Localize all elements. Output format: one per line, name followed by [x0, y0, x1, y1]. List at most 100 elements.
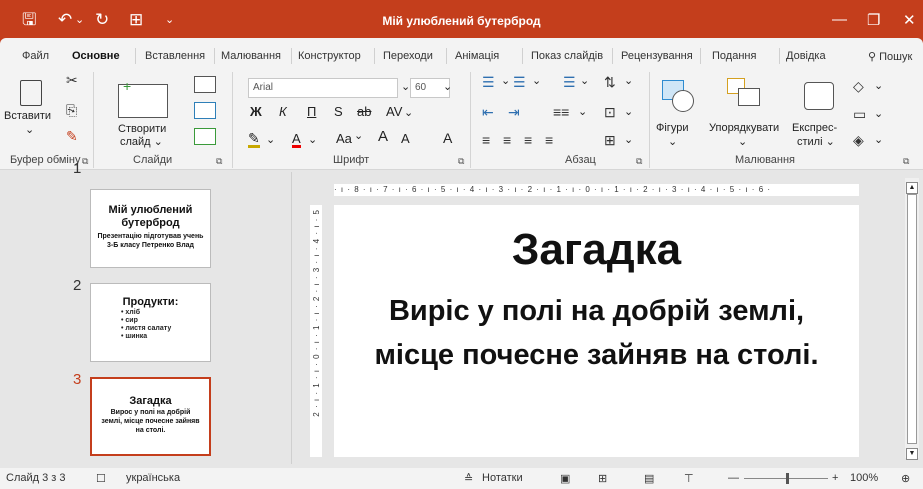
slide-title[interactable]: Загадка: [334, 225, 859, 275]
zoom-level[interactable]: 100%: [850, 472, 878, 484]
tab-design[interactable]: Конструктор: [298, 50, 361, 62]
drawing-launcher-icon[interactable]: ⧉: [903, 156, 909, 167]
language-label[interactable]: українська: [126, 472, 180, 484]
new-slide-dropdown[interactable]: слайд ⌄: [120, 136, 163, 149]
shrink-font-button[interactable]: A: [401, 132, 410, 145]
quick-styles-dropdown[interactable]: стилі ⌄: [797, 136, 835, 149]
scroll-down-icon[interactable]: ▼: [906, 448, 918, 460]
reset-icon[interactable]: [194, 102, 216, 119]
cut-icon[interactable]: ✂: [66, 72, 78, 88]
arrange-button[interactable]: Упорядкувати: [709, 122, 779, 135]
italic-button[interactable]: К: [279, 105, 287, 118]
tab-review[interactable]: Рецензування: [621, 50, 693, 62]
tab-slideshow[interactable]: Показ слайдів: [531, 50, 603, 62]
underline-button[interactable]: П: [307, 105, 316, 118]
strikethrough-button[interactable]: ab: [357, 105, 371, 118]
slide-body[interactable]: Виріс у полі на добрій землі, місце поче…: [354, 289, 839, 377]
change-case-button[interactable]: Aa: [336, 132, 352, 145]
align-left-icon[interactable]: ≡: [482, 132, 490, 148]
tab-animations[interactable]: Анімація: [455, 50, 499, 62]
bold-button[interactable]: Ж: [250, 105, 262, 118]
slide-thumbnail-1[interactable]: Мій улюблений бутерброд Презентацію підг…: [90, 189, 211, 268]
font-color-dropdown-icon[interactable]: ⌄: [308, 134, 317, 147]
tab-draw[interactable]: Малювання: [221, 50, 281, 62]
spelling-icon[interactable]: ☐: [96, 472, 106, 485]
numbering-icon[interactable]: ☰: [513, 74, 526, 90]
smartart-dropdown-icon[interactable]: ⌄: [624, 134, 633, 147]
zoom-in-button[interactable]: +: [832, 472, 838, 484]
text-direction-icon[interactable]: ⇅: [604, 74, 616, 90]
minimize-button[interactable]: —: [832, 11, 847, 28]
numbering-dropdown-icon[interactable]: ⌄: [532, 75, 541, 88]
copy-icon[interactable]: ⎘: [66, 102, 77, 118]
change-case-dropdown-icon[interactable]: ⌄: [354, 130, 363, 143]
shape-effects-icon[interactable]: ◈: [853, 132, 864, 148]
bullets-icon[interactable]: ☰: [482, 74, 495, 90]
grow-font-button[interactable]: A: [378, 129, 388, 144]
decrease-indent-icon[interactable]: ⇤: [482, 104, 494, 120]
restore-button[interactable]: ❐: [867, 11, 880, 29]
shape-outline-dropdown-icon[interactable]: ⌄: [874, 108, 883, 121]
tab-help[interactable]: Довідка: [786, 50, 826, 62]
increase-indent-icon[interactable]: ⇥: [508, 104, 520, 120]
align-center-icon[interactable]: ≡: [503, 132, 511, 148]
font-size-dropdown-icon[interactable]: ⌄: [443, 81, 452, 94]
slide-sorter-icon[interactable]: ⊞: [598, 472, 607, 485]
paragraph-launcher-icon[interactable]: ⧉: [636, 156, 642, 167]
font-color-icon[interactable]: A: [292, 132, 301, 148]
reading-view-icon[interactable]: ▤: [644, 472, 654, 485]
arrange-dropdown-icon[interactable]: ⌄: [738, 136, 747, 149]
paste-button[interactable]: Вставити: [4, 110, 51, 123]
smartart-icon[interactable]: ⊞: [604, 132, 616, 148]
line-spacing-icon[interactable]: ☰: [563, 74, 576, 90]
shape-effects-dropdown-icon[interactable]: ⌄: [874, 134, 883, 147]
layout-icon[interactable]: [194, 76, 216, 93]
tab-view[interactable]: Подання: [712, 50, 756, 62]
tab-home[interactable]: Основне: [72, 50, 120, 68]
tab-transitions[interactable]: Переходи: [383, 50, 433, 62]
vertical-scrollbar[interactable]: ▲ ▼: [905, 178, 919, 460]
font-name-dropdown-icon[interactable]: ⌄: [401, 81, 410, 94]
align-text-dropdown-icon[interactable]: ⌄: [624, 106, 633, 119]
notes-button[interactable]: Нотатки: [482, 472, 523, 484]
line-spacing-dropdown-icon[interactable]: ⌄: [580, 75, 589, 88]
shape-fill-icon[interactable]: ◇: [853, 78, 864, 94]
scroll-thumb[interactable]: [907, 194, 917, 444]
spacing-dropdown-icon[interactable]: ⌄: [404, 107, 413, 120]
shadow-button[interactable]: S: [334, 105, 343, 118]
columns-icon[interactable]: ≡≡: [553, 104, 569, 120]
shape-fill-dropdown-icon[interactable]: ⌄: [874, 80, 883, 93]
highlight-icon[interactable]: ✎: [248, 131, 260, 148]
font-launcher-icon[interactable]: ⧉: [458, 156, 464, 167]
close-button[interactable]: ✕: [903, 11, 916, 29]
character-spacing-button[interactable]: AV: [386, 105, 402, 118]
justify-icon[interactable]: ≡: [545, 132, 553, 148]
shapes-dropdown-icon[interactable]: ⌄: [668, 136, 677, 149]
text-direction-dropdown-icon[interactable]: ⌄: [624, 75, 633, 88]
shape-outline-icon[interactable]: ▭: [853, 106, 866, 122]
clear-formatting-icon[interactable]: A: [443, 131, 452, 145]
tab-insert[interactable]: Вставлення: [145, 50, 205, 62]
zoom-out-button[interactable]: —: [728, 472, 739, 484]
slide-canvas[interactable]: Загадка Виріс у полі на добрій землі, мі…: [334, 205, 859, 457]
shapes-button[interactable]: Фігури: [656, 122, 688, 135]
section-icon[interactable]: [194, 128, 216, 145]
slide-thumbnails-panel[interactable]: 1 Мій улюблений бутерброд Презентацію пі…: [0, 160, 292, 464]
notes-icon[interactable]: ≙: [464, 472, 473, 485]
fit-to-window-icon[interactable]: ⊕: [901, 472, 910, 485]
highlight-dropdown-icon[interactable]: ⌄: [266, 134, 275, 147]
normal-view-icon[interactable]: ▣: [560, 472, 570, 485]
slide-thumbnail-2[interactable]: Продукти: • хліб • сир • листя салату • …: [90, 283, 211, 362]
slide-thumbnail-3[interactable]: Загадка Вирос у полі на добрій землі, мі…: [90, 377, 211, 456]
zoom-slider-handle[interactable]: [786, 473, 789, 484]
scroll-up-icon[interactable]: ▲: [906, 182, 918, 194]
format-painter-icon[interactable]: ✎: [66, 128, 78, 144]
slideshow-icon[interactable]: ⊤: [684, 472, 694, 485]
search-box[interactable]: ⚲ Пошук: [868, 50, 912, 63]
bullets-dropdown-icon[interactable]: ⌄: [501, 75, 510, 88]
slides-launcher-icon[interactable]: ⧉: [216, 156, 222, 167]
font-name-select[interactable]: Arial: [248, 78, 398, 98]
tab-file[interactable]: Файл: [22, 50, 49, 62]
quick-styles-button[interactable]: Експрес-: [792, 122, 837, 135]
new-slide-button[interactable]: Створити: [118, 123, 166, 136]
